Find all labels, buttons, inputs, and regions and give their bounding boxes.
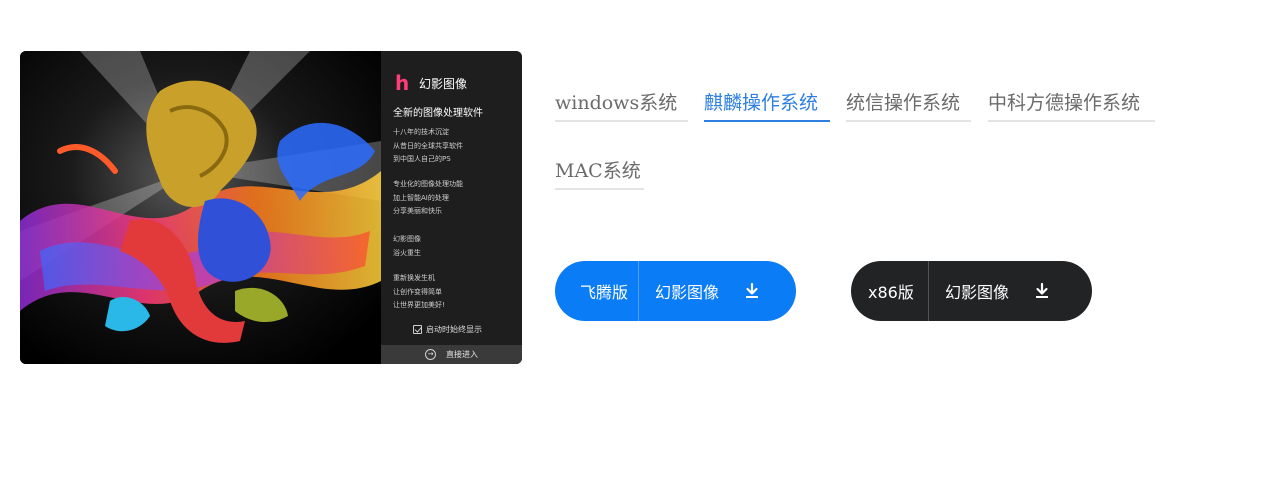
tab-label: windows系统	[555, 92, 678, 114]
feature-line: 到中国人自己的PS	[393, 155, 451, 163]
tab-label: 统信操作系统	[846, 92, 961, 114]
enter-button-label: 直接进入	[446, 350, 478, 359]
checkbox-icon	[413, 325, 422, 334]
app-name-label: 幻影图像	[945, 283, 1010, 302]
feature-line: 加上智能AI的处理	[393, 193, 449, 202]
tab-uos[interactable]: 统信操作系统	[846, 86, 971, 122]
feature-line: 浴火重生	[393, 248, 421, 257]
brand-name: 幻影图像	[419, 76, 468, 91]
feature-line: 专业化的图像处理功能	[393, 180, 463, 188]
feature-line: 让世界更加美好!	[393, 301, 445, 309]
product-preview-image: h 幻影图像 全新的图像处理软件 十八年的技术沉淀 从昔日的全球共享软件 到中国…	[20, 51, 522, 364]
feature-line: 幻影图像	[393, 235, 421, 243]
tab-kylin[interactable]: 麒麟操作系统	[704, 86, 830, 122]
tab-label: 麒麟操作系统	[704, 92, 819, 114]
tab-nfs[interactable]: 中科方德操作系统	[988, 86, 1155, 122]
startup-checkbox-label: 启动时始终显示	[426, 325, 482, 334]
feature-group-3: 幻影图像 浴火重生	[393, 233, 421, 260]
arrow-right-circle-icon: →	[425, 349, 436, 360]
tab-mac[interactable]: MAC系统	[555, 154, 644, 190]
splash-brand: h 幻影图像	[395, 73, 467, 93]
version-label: x86版	[851, 261, 929, 321]
feature-line: 让创作变得简单	[393, 287, 442, 296]
feature-group-1: 十八年的技术沉淀 从昔日的全球共享软件 到中国人自己的PS	[393, 126, 463, 167]
feature-line: 从昔日的全球共享软件	[393, 141, 463, 150]
splash-info-panel: h 幻影图像 全新的图像处理软件 十八年的技术沉淀 从昔日的全球共享软件 到中国…	[381, 51, 522, 364]
feature-line: 重新换发生机	[393, 274, 435, 282]
download-button-feiteng[interactable]: 飞腾版 幻影图像	[555, 261, 796, 321]
dragon-artwork	[20, 51, 381, 364]
enter-button: → 直接进入	[381, 345, 522, 364]
startup-checkbox: 启动时始终显示	[413, 324, 482, 335]
feature-group-2: 专业化的图像处理功能 加上智能AI的处理 分享美丽和快乐	[393, 178, 463, 219]
tab-label: MAC系统	[555, 160, 641, 182]
feature-group-4: 重新换发生机 让创作变得简单 让世界更加美好!	[393, 272, 445, 313]
download-button-x86[interactable]: x86版 幻影图像	[851, 261, 1092, 321]
splash-tagline: 全新的图像处理软件	[393, 108, 483, 119]
app-name-label: 幻影图像	[655, 283, 720, 302]
download-icon	[1036, 282, 1049, 298]
brand-logo: h	[395, 71, 410, 95]
download-icon	[746, 282, 759, 298]
tab-windows[interactable]: windows系统	[555, 86, 688, 122]
feature-line: 十八年的技术沉淀	[393, 128, 449, 136]
feature-line: 分享美丽和快乐	[393, 207, 442, 215]
version-label: 飞腾版	[555, 261, 639, 321]
tab-label: 中科方德操作系统	[988, 92, 1141, 114]
